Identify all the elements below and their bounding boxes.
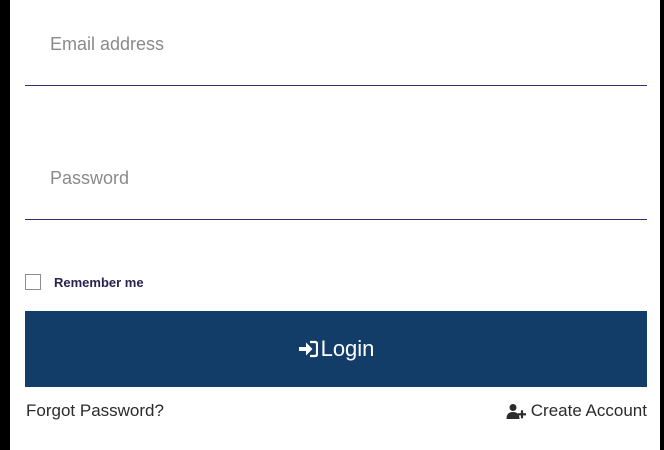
user-plus-icon — [506, 403, 526, 419]
password-field[interactable] — [25, 150, 647, 220]
create-account-label: Create Account — [530, 401, 647, 420]
login-button-label: Login — [320, 336, 375, 361]
remember-me-checkbox[interactable] — [25, 274, 41, 290]
login-button[interactable]: Login — [25, 311, 647, 387]
email-field-group — [25, 16, 647, 88]
remember-me-label: Remember me — [54, 274, 144, 290]
create-account-link[interactable]: Create Account — [506, 401, 647, 421]
sign-in-icon — [298, 340, 318, 358]
email-field[interactable] — [25, 16, 647, 86]
forgot-password-link[interactable]: Forgot Password? — [26, 401, 164, 421]
remember-me-row: Remember me — [25, 273, 144, 291]
login-form: Remember me Login Forgot Password? Creat… — [10, 0, 660, 450]
password-field-group — [25, 150, 647, 222]
